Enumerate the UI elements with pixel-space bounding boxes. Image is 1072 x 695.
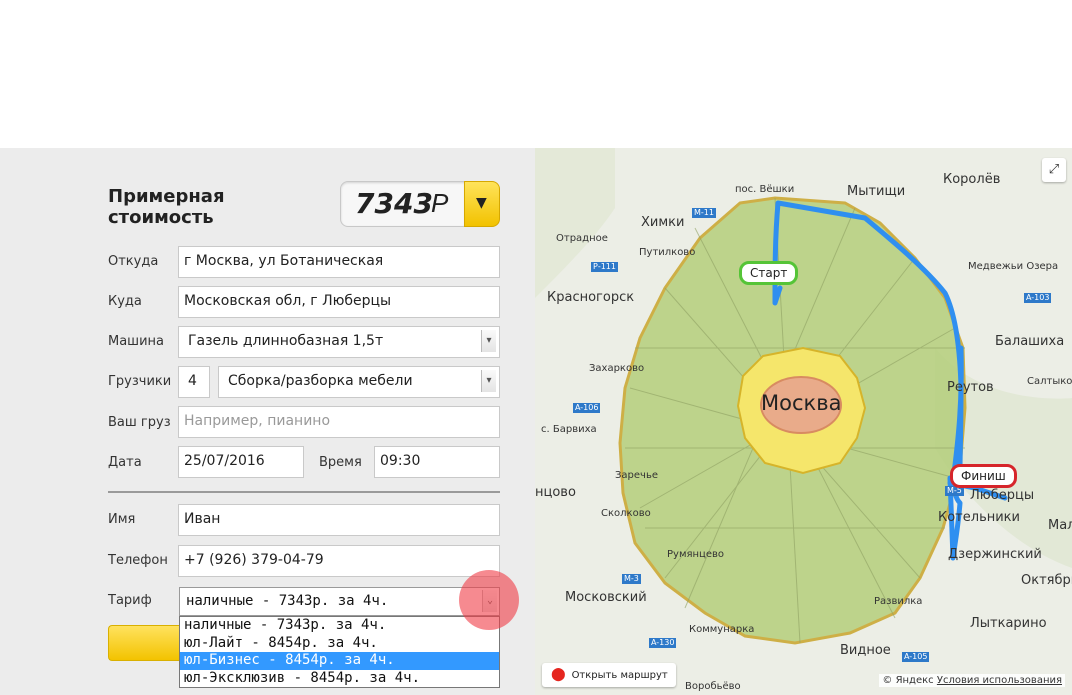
- finish-marker-label: Финиш: [961, 469, 1006, 483]
- map-pin-icon: ⬤: [551, 667, 566, 682]
- movers-service-select[interactable]: Сборка/разборка мебели ▾: [218, 366, 500, 398]
- place-label: Сколково: [601, 508, 651, 519]
- fullscreen-button[interactable]: ⤢: [1042, 158, 1066, 182]
- terms-link[interactable]: Условия использования: [937, 675, 1062, 686]
- movers-service-value: Сборка/разборка мебели: [228, 373, 413, 389]
- place-label: Химки: [641, 215, 685, 230]
- place-label: Люберцы: [970, 488, 1035, 503]
- start-marker-label: Старт: [750, 266, 788, 280]
- place-label: Октябрь: [1021, 573, 1072, 588]
- from-label: Откуда: [108, 254, 159, 269]
- highway-badge: A-130: [649, 638, 677, 648]
- place-label: Видное: [840, 643, 891, 658]
- place-label: пос. Вёшки: [735, 184, 795, 195]
- phone-input[interactable]: +7 (926) 379-04-79: [178, 545, 500, 577]
- map-canvas: [535, 148, 1072, 695]
- price-toggle-button[interactable]: ▼: [464, 181, 500, 227]
- date-input[interactable]: 25/07/2016: [178, 446, 304, 478]
- time-input[interactable]: 09:30: [374, 446, 500, 478]
- to-input[interactable]: Московская обл, г Люберцы: [178, 286, 500, 318]
- finish-marker[interactable]: Финиш: [950, 464, 1017, 488]
- highway-badge: М-11: [692, 208, 716, 218]
- triangle-down-icon: ▼: [476, 195, 487, 211]
- phone-label: Телефон: [108, 553, 168, 568]
- cargo-input[interactable]: Например, пианино: [178, 406, 500, 438]
- highway-badge: Р-111: [591, 262, 618, 272]
- tariff-option[interactable]: юл-Эксклюзив - 8454р. за 4ч.: [180, 670, 499, 688]
- chevron-down-icon: ▾: [481, 330, 496, 352]
- expand-icon: ⤢: [1048, 162, 1060, 177]
- price-display: 7343 Р: [340, 181, 466, 227]
- tariff-label: Тариф: [108, 593, 152, 608]
- route-map[interactable]: пос. Вёшки Мытищи Королёв Химки Отрадное…: [535, 148, 1072, 695]
- form-divider: [108, 491, 500, 493]
- name-input[interactable]: Иван: [178, 504, 500, 536]
- place-label: Медвежьи Озера: [968, 261, 1059, 272]
- place-label: Дзержинский: [948, 547, 1042, 562]
- chevron-down-icon: ▾: [481, 370, 496, 392]
- tariff-option-highlighted[interactable]: юл-Бизнес - 8454р. за 4ч.: [180, 652, 499, 670]
- tariff-option[interactable]: наличные - 7343р. за 4ч.: [180, 617, 499, 635]
- tariff-selected-value: наличные - 7343р. за 4ч.: [186, 593, 389, 609]
- movers-label: Грузчики: [108, 374, 172, 389]
- place-label: Мал: [1048, 518, 1072, 533]
- place-label: Отрадное: [556, 233, 608, 244]
- city-label: Москва: [761, 391, 842, 415]
- place-label: Воробьёво: [685, 681, 741, 692]
- to-label: Куда: [108, 294, 142, 309]
- car-select-value: Газель длиннобазная 1,5т: [188, 333, 384, 349]
- place-label: Балашиха: [995, 334, 1065, 349]
- price-value: 7343: [355, 187, 433, 220]
- place-label: Королёв: [943, 172, 1001, 187]
- from-input[interactable]: г Москва, ул Ботаническая: [178, 246, 500, 278]
- place-label: Лыткарино: [970, 616, 1047, 631]
- click-indicator: [459, 570, 519, 630]
- place-label: Путилково: [639, 247, 696, 258]
- cargo-label: Ваш груз: [108, 415, 171, 430]
- place-label: Развилка: [874, 596, 923, 607]
- place-label: Московский: [565, 590, 647, 605]
- start-marker[interactable]: Старт: [739, 261, 799, 285]
- place-label: Румянцево: [667, 549, 725, 560]
- map-copyright: © Яндекс Условия использования: [879, 674, 1065, 687]
- movers-count-input[interactable]: 4: [178, 366, 210, 398]
- highway-badge: A-105: [902, 652, 930, 662]
- copyright-text: © Яндекс: [882, 675, 934, 686]
- tariff-option[interactable]: юл-Лайт - 8454р. за 4ч.: [180, 635, 499, 653]
- cargo-placeholder: Например, пианино: [184, 413, 331, 429]
- submit-button[interactable]: [108, 625, 180, 661]
- date-label: Дата: [108, 455, 142, 470]
- car-select[interactable]: Газель длиннобазная 1,5т ▾: [178, 326, 500, 358]
- price-currency: Р: [431, 188, 449, 218]
- form-title: Примерная стоимость: [108, 186, 225, 228]
- place-label: Салтыко: [1027, 376, 1072, 387]
- highway-badge: A-103: [1024, 293, 1052, 303]
- place-label: Красногорск: [547, 290, 635, 305]
- place-label: Котельники: [938, 510, 1020, 525]
- place-label: Захарково: [589, 363, 645, 374]
- place-label: нцово: [535, 485, 576, 500]
- open-route-button[interactable]: ⬤ Открыть маршрут: [542, 663, 676, 687]
- name-label: Имя: [108, 512, 136, 527]
- place-label: Коммунарка: [689, 624, 755, 635]
- open-route-label: Открыть маршрут: [571, 670, 668, 681]
- highway-badge: М-3: [622, 574, 641, 584]
- tariff-select[interactable]: наличные - 7343р. за 4ч. ⌄: [179, 587, 500, 616]
- highway-badge: A-106: [573, 403, 601, 413]
- place-label: Мытищи: [847, 184, 906, 199]
- car-label: Машина: [108, 334, 164, 349]
- time-label: Время: [319, 455, 362, 470]
- place-label: с. Барвиха: [541, 424, 597, 435]
- tariff-dropdown: наличные - 7343р. за 4ч. юл-Лайт - 8454р…: [179, 616, 500, 688]
- place-label: Реутов: [947, 380, 994, 395]
- place-label: Заречье: [615, 470, 658, 481]
